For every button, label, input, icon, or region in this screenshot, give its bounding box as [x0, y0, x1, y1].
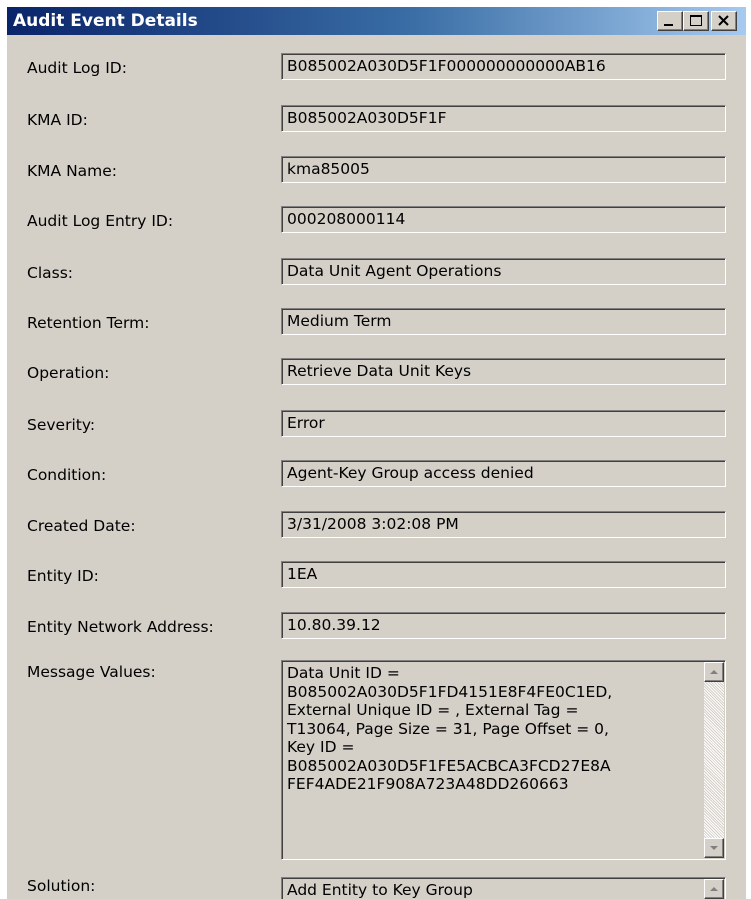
kma-name-label: KMA Name: [27, 162, 118, 180]
audit-log-entry-id-label: Audit Log Entry ID: [27, 212, 174, 230]
solution-scroll-up-button[interactable] [704, 879, 724, 899]
entity-network-address-label: Entity Network Address: [27, 618, 214, 636]
solution-text: Add Entity to Key Group [287, 881, 473, 899]
message-values-textarea[interactable]: Data Unit ID = B085002A030D5F1FD4151E8F4… [281, 660, 726, 860]
severity-label: Severity: [27, 416, 96, 434]
class-field[interactable]: Data Unit Agent Operations [281, 258, 726, 285]
solution-label: Solution: [27, 877, 96, 895]
entity-id-label: Entity ID: [27, 567, 99, 585]
entity-id-field[interactable]: 1EA [281, 561, 726, 588]
close-button[interactable] [711, 11, 737, 31]
condition-label: Condition: [27, 466, 107, 484]
close-icon [718, 15, 729, 26]
solution-textarea[interactable]: Add Entity to Key Group [281, 877, 726, 899]
audit-log-entry-id-field[interactable]: 000208000114 [281, 206, 726, 233]
created-date-field[interactable]: 3/31/2008 3:02:08 PM [281, 511, 726, 538]
operation-field[interactable]: Retrieve Data Unit Keys [281, 358, 726, 385]
audit-event-details-window: Audit Event Details Audit Log ID: B08500… [7, 7, 746, 899]
created-date-label: Created Date: [27, 517, 136, 535]
message-values-text: Data Unit ID = B085002A030D5F1FD4151E8F4… [287, 664, 613, 793]
scroll-down-button[interactable] [704, 838, 724, 858]
maximize-button[interactable] [683, 11, 709, 31]
retention-term-label: Retention Term: [27, 314, 150, 332]
scroll-down-arrow-icon [710, 846, 718, 850]
kma-id-label: KMA ID: [27, 111, 88, 129]
window-title: Audit Event Details [13, 11, 198, 31]
title-bar[interactable]: Audit Event Details [7, 7, 746, 35]
kma-id-field[interactable]: B085002A030D5F1F [281, 105, 726, 132]
severity-field[interactable]: Error [281, 410, 726, 437]
solution-scrollbar[interactable] [704, 879, 724, 899]
minimize-button[interactable] [657, 11, 683, 31]
class-label: Class: [27, 264, 74, 282]
maximize-icon [690, 15, 702, 26]
scroll-up-arrow-icon [710, 887, 718, 891]
operation-label: Operation: [27, 364, 110, 382]
retention-term-field[interactable]: Medium Term [281, 308, 726, 335]
kma-name-field[interactable]: kma85005 [281, 156, 726, 183]
audit-log-id-field[interactable]: B085002A030D5F1F000000000000AB16 [281, 53, 726, 80]
scroll-up-arrow-icon [710, 670, 718, 674]
scroll-up-button[interactable] [704, 662, 724, 682]
message-values-scrollbar[interactable] [704, 662, 724, 858]
audit-log-id-label: Audit Log ID: [27, 59, 127, 77]
message-values-label: Message Values: [27, 663, 156, 681]
minimize-icon [664, 24, 673, 26]
entity-network-address-field[interactable]: 10.80.39.12 [281, 612, 726, 639]
condition-field[interactable]: Agent-Key Group access denied [281, 460, 726, 487]
